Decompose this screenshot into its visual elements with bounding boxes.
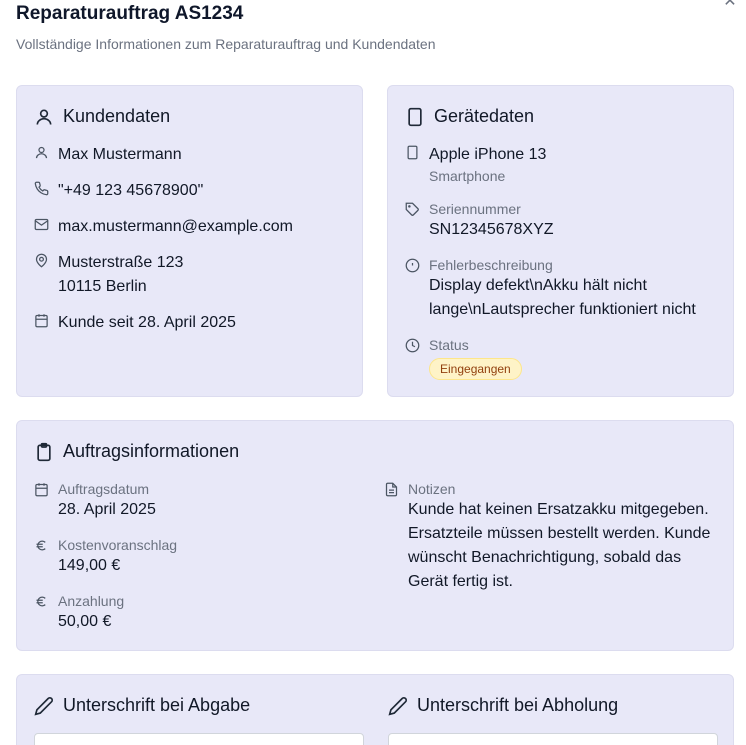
- customer-city: 10115 Berlin: [58, 278, 147, 295]
- customer-since-row: Kunde seit 28. April 2025: [34, 311, 236, 335]
- user-icon: [35, 146, 48, 159]
- device-model: Apple iPhone 13: [429, 146, 547, 163]
- close-icon[interactable]: ✕: [720, 0, 740, 12]
- order-card: Auftragsinformationen Auftragsdatum 28. …: [16, 420, 734, 651]
- order-title-label: Auftragsinformationen: [63, 441, 240, 461]
- order-notes-line: Gerät fertig ist.: [408, 573, 513, 590]
- device-fault-line2: lange\nLautsprecher funktioniert nicht: [429, 301, 696, 318]
- order-deposit: 50,00 €: [58, 613, 112, 630]
- customer-title-label: Kundendaten: [63, 106, 171, 126]
- mail-icon: [34, 218, 49, 231]
- order-notes-line: Ersatzteile müssen bestellt werden. Kund…: [408, 525, 711, 542]
- order-notes-line: Kunde hat keinen Ersatzakku mitgegeben.: [408, 501, 709, 518]
- pickup-signature-title: Unterschrift bei Abholung: [388, 695, 618, 716]
- smartphone-icon: [407, 145, 418, 160]
- dropoff-signature-title: Unterschrift bei Abgabe: [34, 695, 250, 716]
- order-notes-label: Notizen: [408, 481, 456, 497]
- device-fault-line1: Display defekt\nAkku hält nicht: [429, 277, 647, 294]
- dialog-subtitle: Vollständige Informationen zum Reparatur…: [16, 36, 436, 52]
- device-status-row: Status Eingegangen: [405, 336, 522, 380]
- customer-name: Max Mustermann: [58, 146, 182, 163]
- order-date-label: Auftragsdatum: [58, 481, 150, 497]
- device-model-row: Apple iPhone 13 Smartphone: [405, 143, 546, 185]
- status-badge: Eingegangen: [429, 358, 522, 380]
- order-estimate-row: Kostenvoranschlag 149,00 €: [34, 536, 177, 578]
- order-deposit-label: Anzahlung: [58, 593, 125, 609]
- pen-icon: [34, 696, 53, 716]
- order-estimate: 149,00 €: [58, 557, 121, 574]
- pickup-signature-pad[interactable]: [388, 733, 718, 745]
- customer-card: Kundendaten Max Mustermann "+49 123 4567…: [16, 85, 363, 397]
- order-notes-line: wünscht Benachrichtigung, sobald das: [408, 549, 682, 566]
- clipboard-icon: [37, 442, 51, 461]
- dialog-title: Reparaturauftrag AS1234: [16, 3, 244, 24]
- order-estimate-label: Kostenvoranschlag: [58, 537, 178, 553]
- customer-name-row: Max Mustermann: [34, 143, 182, 167]
- customer-street: Musterstraße 123: [58, 254, 184, 271]
- device-fault-label: Fehlerbeschreibung: [429, 257, 553, 273]
- file-text-icon: [385, 482, 398, 497]
- device-status-label: Status: [429, 337, 469, 353]
- dropoff-signature-pad[interactable]: [34, 733, 364, 745]
- device-card: Gerätedaten Apple iPhone 13 Smartphone S…: [387, 85, 734, 397]
- customer-card-title: Kundendaten: [34, 106, 170, 127]
- pickup-signature-label: Unterschrift bei Abholung: [417, 695, 619, 715]
- customer-since: Kunde seit 28. April 2025: [58, 314, 236, 331]
- order-date-row: Auftragsdatum 28. April 2025: [34, 480, 156, 522]
- alert-circle-icon: [405, 258, 420, 273]
- phone-icon: [34, 181, 49, 196]
- device-card-title: Gerätedaten: [405, 106, 534, 127]
- device-type: Smartphone: [429, 168, 506, 184]
- customer-phone[interactable]: "+49 123 45678900": [58, 179, 203, 203]
- customer-email-row: max.mustermann@example.com: [34, 215, 293, 239]
- smartphone-icon: [408, 107, 422, 126]
- order-date: 28. April 2025: [58, 501, 156, 518]
- signatures-card: Unterschrift bei Abgabe Unterschrift bei…: [16, 674, 734, 745]
- clock-icon: [405, 338, 420, 353]
- euro-icon: [36, 540, 46, 551]
- tag-icon: [405, 202, 419, 216]
- device-serial-label: Seriennummer: [429, 201, 521, 217]
- customer-email[interactable]: max.mustermann@example.com: [58, 215, 293, 239]
- user-icon: [36, 109, 52, 125]
- device-title-label: Gerätedaten: [434, 106, 535, 126]
- device-serial: SN12345678XYZ: [429, 221, 554, 238]
- customer-address-row: Musterstraße 123 10115 Berlin: [34, 251, 183, 299]
- device-fault-row: Fehlerbeschreibung Display defekt\nAkku …: [405, 256, 696, 322]
- euro-icon: [36, 596, 46, 607]
- order-notes-row: Notizen Kunde hat keinen Ersatzakku mitg…: [384, 480, 710, 594]
- order-deposit-row: Anzahlung 50,00 €: [34, 592, 124, 634]
- dropoff-signature-label: Unterschrift bei Abgabe: [63, 695, 251, 715]
- order-card-title: Auftragsinformationen: [34, 441, 239, 462]
- calendar-icon: [35, 314, 48, 328]
- customer-phone-row: "+49 123 45678900": [34, 179, 203, 203]
- map-pin-icon: [35, 253, 48, 268]
- device-serial-row: Seriennummer SN12345678XYZ: [405, 200, 554, 242]
- calendar-icon: [35, 483, 48, 497]
- pen-icon: [388, 696, 407, 716]
